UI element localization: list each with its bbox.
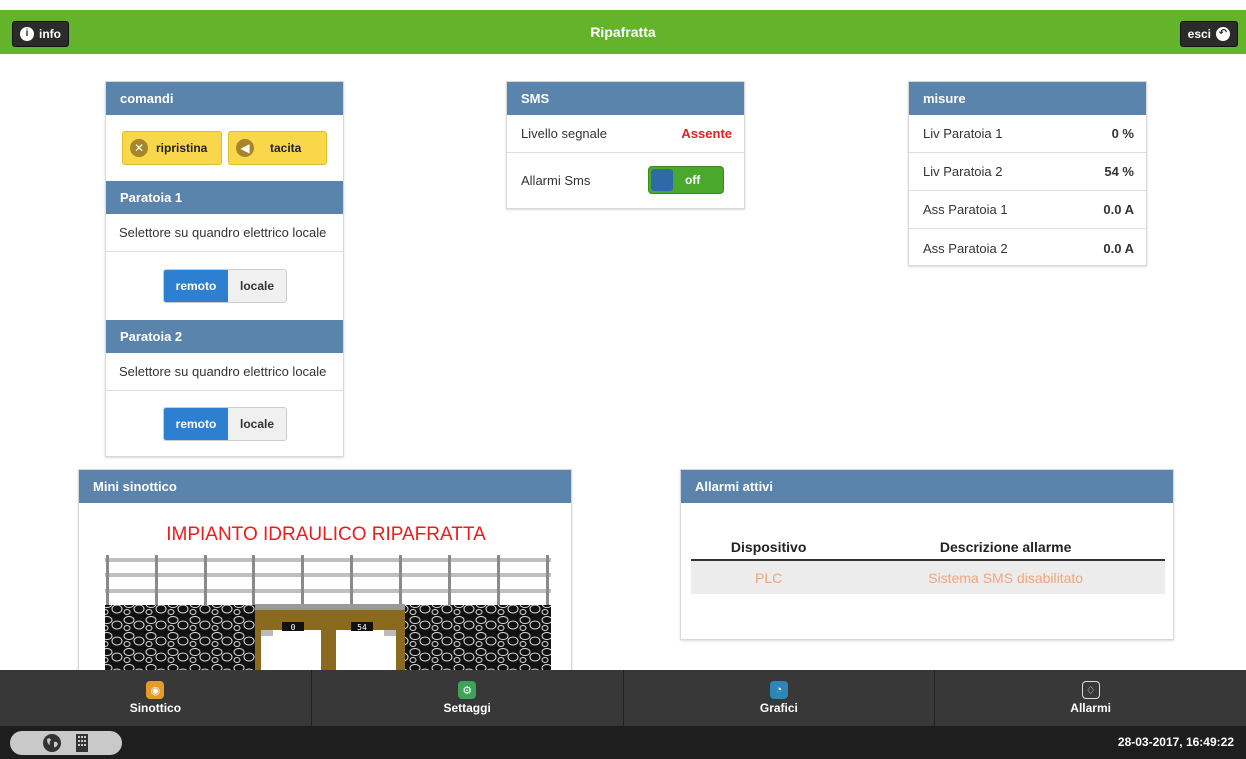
measure-value: 0 % bbox=[1111, 126, 1134, 141]
close-icon: ✕ bbox=[130, 139, 148, 157]
mute-button-label: tacita bbox=[270, 141, 302, 155]
toggle-knob bbox=[651, 169, 673, 191]
pie-chart-icon: ◔ bbox=[769, 681, 788, 699]
table-row[interactable]: PLC Sistema SMS disabilitato bbox=[691, 560, 1165, 594]
measure-row: Liv Paratoia 2 54 % bbox=[909, 153, 1146, 191]
gate2-header: Paratoia 2 bbox=[106, 320, 343, 353]
measure-label: Liv Paratoia 2 bbox=[923, 164, 1003, 179]
alarms-table-header: Dispositivo Descrizione allarme bbox=[691, 534, 1165, 561]
nav-item-label: Sinottico bbox=[129, 701, 182, 715]
status-datetime: 28-03-2017, 16:49:22 bbox=[1117, 735, 1234, 749]
column-header: Dispositivo bbox=[691, 534, 847, 561]
info-icon: i bbox=[20, 27, 34, 41]
measure-row: Ass Paratoia 2 0.0 A bbox=[909, 229, 1146, 267]
reset-button[interactable]: ✕ ripristina bbox=[122, 131, 222, 165]
measure-row: Liv Paratoia 1 0 % bbox=[909, 115, 1146, 153]
status-bar: 28-03-2017, 16:49:22 bbox=[0, 726, 1246, 759]
gate2-description: Selettore su quandro elettrico locale bbox=[106, 353, 343, 391]
nav-item-label: Allarmi bbox=[1070, 701, 1111, 715]
nav-item-sinottico[interactable]: ◉ Sinottico bbox=[0, 670, 312, 726]
mini-synoptic-panel: Mini sinottico IMPIANTO IDRAULICO RIPAFR… bbox=[78, 469, 572, 679]
alarms-table: Dispositivo Descrizione allarme PLC Sist… bbox=[691, 534, 1165, 594]
bottom-nav: ◉ Sinottico ⚙ Settaggi ◔ Grafici ♢ Allar… bbox=[0, 670, 1246, 726]
measure-value: 54 % bbox=[1104, 164, 1134, 179]
mini-synoptic-header: Mini sinottico bbox=[79, 470, 571, 503]
measure-value: 0.0 A bbox=[1103, 202, 1134, 217]
measure-label: Ass Paratoia 1 bbox=[923, 202, 1008, 217]
comandi-panel: comandi ✕ ripristina ◀ tacita Paratoia 1… bbox=[105, 81, 344, 457]
column-header: Descrizione allarme bbox=[846, 534, 1165, 561]
speaker-icon: ◀ bbox=[236, 139, 254, 157]
signal-value: Assente bbox=[681, 126, 732, 141]
nav-item-allarmi[interactable]: ♢ Allarmi bbox=[935, 670, 1246, 726]
alarm-description: Sistema SMS disabilitato bbox=[846, 560, 1165, 594]
measure-label: Ass Paratoia 2 bbox=[923, 240, 1008, 256]
mute-button[interactable]: ◀ tacita bbox=[228, 131, 327, 165]
info-button[interactable]: i info bbox=[12, 21, 69, 47]
gate1-display: 0 bbox=[291, 623, 296, 632]
nav-item-label: Grafici bbox=[759, 701, 798, 715]
gate2-local-button[interactable]: locale bbox=[228, 408, 286, 440]
gate1-header: Paratoia 1 bbox=[106, 181, 343, 214]
signal-label: Livello segnale bbox=[521, 126, 608, 141]
gate1-description: Selettore su quandro elettrico locale bbox=[106, 214, 343, 252]
reset-button-label: ripristina bbox=[156, 141, 208, 155]
gate1-local-button[interactable]: locale bbox=[228, 270, 286, 302]
page-title: Ripafratta bbox=[590, 24, 656, 40]
sms-header: SMS bbox=[507, 82, 744, 115]
building-icon[interactable] bbox=[74, 733, 90, 753]
globe-icon[interactable] bbox=[42, 733, 62, 753]
exit-button-label: esci bbox=[1187, 27, 1211, 41]
signal-row: Livello segnale Assente bbox=[507, 115, 744, 153]
gate1-remote-button[interactable]: remoto bbox=[164, 270, 228, 302]
misure-header: misure bbox=[909, 82, 1146, 115]
measure-row: Ass Paratoia 1 0.0 A bbox=[909, 191, 1146, 229]
gate2-remote-button[interactable]: remoto bbox=[164, 408, 228, 440]
nav-item-settaggi[interactable]: ⚙ Settaggi bbox=[312, 670, 624, 726]
status-pill bbox=[10, 731, 122, 755]
toggle-label: off bbox=[685, 173, 701, 187]
alarm-device: PLC bbox=[691, 560, 847, 594]
plant-diagram[interactable]: 0 54 bbox=[79, 503, 572, 679]
eye-icon: ◉ bbox=[146, 681, 165, 699]
top-bar: Ripafratta i info esci ↶ bbox=[0, 10, 1246, 54]
comandi-header: comandi bbox=[106, 82, 343, 115]
sms-panel: SMS Livello segnale Assente Allarmi Sms … bbox=[506, 81, 745, 209]
undo-icon: ↶ bbox=[1216, 27, 1230, 41]
exit-button[interactable]: esci ↶ bbox=[1179, 21, 1238, 47]
gate2-display: 54 bbox=[357, 623, 367, 632]
sms-alarms-row: Allarmi Sms off bbox=[507, 153, 744, 208]
info-button-label: info bbox=[39, 27, 61, 41]
gears-icon: ⚙ bbox=[458, 681, 477, 699]
misure-panel: misure Liv Paratoia 1 0 % Liv Paratoia 2… bbox=[908, 81, 1147, 266]
nav-item-grafici[interactable]: ◔ Grafici bbox=[624, 670, 936, 726]
measure-label: Liv Paratoia 1 bbox=[923, 126, 1003, 141]
gate2-mode-selector: remoto locale bbox=[163, 407, 287, 441]
bulb-icon: ♢ bbox=[1081, 681, 1100, 699]
sms-alarms-toggle[interactable]: off bbox=[648, 166, 724, 194]
nav-item-label: Settaggi bbox=[443, 701, 491, 715]
sms-alarms-label: Allarmi Sms bbox=[521, 173, 591, 188]
active-alarms-header: Allarmi attivi bbox=[681, 470, 1173, 503]
measure-value: 0.0 A bbox=[1103, 240, 1134, 256]
active-alarms-panel: Allarmi attivi Dispositivo Descrizione a… bbox=[680, 469, 1174, 640]
gate1-mode-selector: remoto locale bbox=[163, 269, 287, 303]
